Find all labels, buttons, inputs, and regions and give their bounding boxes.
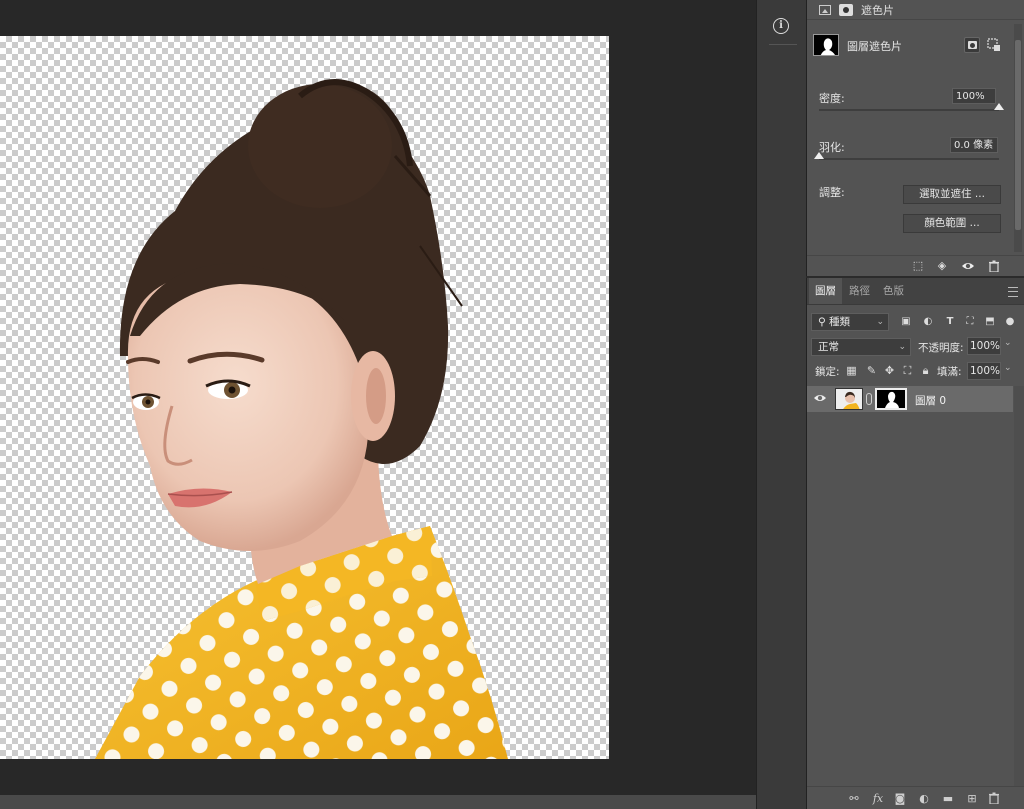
feather-slider-thumb[interactable] [814, 152, 824, 159]
fill-label: 填滿: [937, 366, 962, 378]
filter-pixel-icon[interactable]: ▣ [899, 314, 913, 328]
filter-shape-icon[interactable]: ⛶ [963, 314, 977, 328]
layers-tab-bar: 圖層 路徑 色版 [807, 278, 1024, 305]
feather-input[interactable]: 0.0 像素 [950, 137, 998, 153]
filter-kind-value: 種類 [829, 316, 851, 328]
info-button[interactable]: i [767, 12, 795, 40]
lock-label: 鎖定: [815, 366, 840, 378]
adjustment-layer-icon[interactable]: ◐ [917, 792, 931, 805]
opacity-label: 不透明度: [918, 342, 964, 354]
feather-slider[interactable] [814, 152, 999, 160]
apply-mask-icon[interactable]: ◈ [935, 260, 949, 272]
refine-label: 調整: [819, 186, 845, 199]
properties-header: 遮色片 [807, 0, 1024, 20]
properties-scrollbar[interactable] [1014, 24, 1022, 252]
visibility-icon[interactable] [961, 260, 975, 272]
new-group-icon[interactable]: ▬ [941, 792, 955, 805]
filter-toggle-icon[interactable]: ● [1003, 314, 1017, 328]
link-layers-icon[interactable]: ⚯ [847, 792, 861, 805]
mask-icon[interactable] [839, 3, 853, 16]
divider [769, 44, 797, 45]
fill-dropdown-icon[interactable]: ⌄ [1004, 363, 1012, 373]
new-layer-icon[interactable]: ⊞ [965, 792, 979, 805]
tab-paths[interactable]: 路徑 [843, 278, 876, 304]
mask-thumbnail [813, 34, 839, 56]
delete-layer-icon[interactable] [987, 792, 1001, 805]
density-input[interactable]: 100% [952, 88, 996, 104]
color-range-button[interactable]: 顏色範圍 ... [903, 214, 1001, 233]
lock-all-icon[interactable]: 🔒︎ [919, 364, 932, 377]
canvas-area[interactable] [0, 0, 756, 795]
filter-kind-select[interactable]: ⚲ 種類 ⌄ [811, 313, 889, 331]
opacity-input[interactable]: 100% [967, 337, 1001, 355]
pixel-mask-icon [967, 41, 977, 49]
density-slider-thumb[interactable] [994, 103, 1004, 110]
delete-mask-icon[interactable] [987, 260, 1001, 273]
load-selection-icon[interactable]: ⬚ [911, 260, 925, 272]
layer-thumbnail[interactable] [835, 388, 863, 410]
tab-channels[interactable]: 色版 [877, 278, 910, 304]
layer-style-icon[interactable]: fx [871, 792, 885, 805]
add-mask-icon[interactable]: ◙ [893, 792, 907, 805]
portrait-image [95, 79, 508, 759]
blend-mode-select[interactable]: 正常 ⌄ [811, 338, 911, 356]
lock-transparency-icon[interactable]: ▦ [845, 364, 858, 377]
chevron-down-icon: ⌄ [876, 317, 884, 327]
opacity-dropdown-icon[interactable]: ⌄ [1004, 338, 1012, 348]
scroll-thumb[interactable] [1015, 40, 1021, 230]
eye-icon[interactable] [813, 392, 827, 406]
blend-mode-value: 正常 [818, 341, 839, 353]
lock-position-icon[interactable]: ✥ [883, 364, 896, 377]
chevron-down-icon: ⌄ [898, 342, 906, 352]
layers-panel: 圖層 路徑 色版 ⚲ 種類 ⌄ ▣ ◐ T ⛶ ⬒ ● 正常 ⌄ 不透明度: 1… [806, 278, 1024, 809]
document-canvas[interactable] [0, 36, 609, 759]
vector-mask-icon [987, 38, 1000, 51]
link-icon[interactable] [866, 393, 872, 405]
search-icon: ⚲ [818, 316, 830, 328]
mask-info-row: 圖層遮色片 [807, 30, 1024, 60]
info-icon: i [773, 18, 789, 34]
layers-scrollbar[interactable] [1014, 386, 1024, 786]
properties-footer: ⬚ ◈ [807, 255, 1024, 276]
status-bar [0, 795, 806, 809]
density-label: 密度: [819, 92, 845, 105]
density-slider[interactable] [819, 103, 1004, 111]
lock-artboard-icon[interactable]: ⛶ [901, 364, 914, 377]
add-vector-mask-button[interactable] [987, 38, 1001, 52]
layer-name[interactable]: 圖層 0 [915, 393, 946, 408]
add-pixel-mask-button[interactable] [964, 37, 980, 53]
panel-icon-strip: i [756, 0, 807, 809]
select-and-mask-button[interactable]: 選取並遮住 ... [903, 185, 1001, 204]
fill-input[interactable]: 100% [967, 362, 1001, 380]
layers-footer: ⚯ fx ◙ ◐ ▬ ⊞ [807, 786, 1024, 809]
filter-adjustment-icon[interactable]: ◐ [921, 314, 935, 328]
image-icon[interactable] [819, 4, 831, 15]
layer-row[interactable]: 圖層 0 [807, 386, 1013, 412]
filter-smart-object-icon[interactable]: ⬒ [983, 314, 997, 328]
tab-layers[interactable]: 圖層 [809, 278, 842, 304]
properties-panel: 遮色片 圖層遮色片 密度: 100% 羽化: 0.0 像素 調整: 選取並遮住 … [806, 0, 1024, 276]
lock-image-icon[interactable]: ✎ [865, 364, 878, 377]
mask-name: 圖層遮色片 [847, 40, 902, 53]
layer-mask-thumbnail[interactable] [875, 388, 907, 410]
filter-type-icon[interactable]: T [943, 314, 957, 328]
properties-title: 遮色片 [861, 3, 894, 17]
panel-menu-icon[interactable] [1008, 287, 1018, 297]
